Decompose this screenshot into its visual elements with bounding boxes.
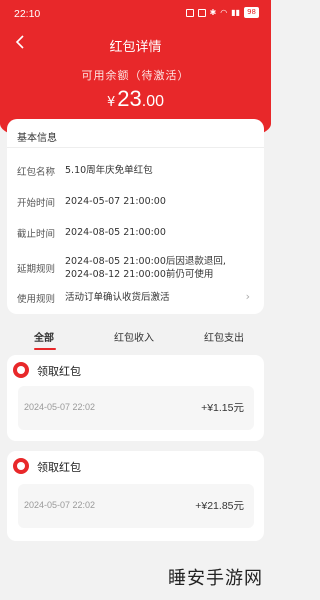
record-amount: +¥1.15元 [201, 402, 244, 414]
currency-symbol: ¥ [106, 95, 116, 110]
signal-icon: ▮▮ [231, 8, 241, 17]
wifi-icon: ◠ [220, 8, 228, 17]
red-packet-icon [13, 458, 29, 474]
mute-icon [197, 8, 206, 17]
record-date: 2024-05-07 22:02 [24, 402, 96, 412]
record-detail: 2024-05-07 22:02 +¥21.85元 [18, 484, 254, 528]
info-heading: 基本信息 [7, 119, 264, 148]
record-amount: +¥21.85元 [195, 500, 244, 512]
info-value: 2024-08-05 21:00:00 [65, 227, 166, 238]
status-time: 22:10 [14, 8, 41, 20]
tab-expense[interactable]: 红包支出 [204, 329, 244, 344]
page-title: 红包详情 [109, 40, 162, 55]
info-card: 基本信息 红包名称 5.10周年庆免单红包 开始时间 2024-05-07 21… [7, 119, 264, 314]
record-title: 领取红包 [37, 365, 81, 378]
record-card[interactable]: 领取红包 2024-05-07 22:02 +¥21.85元 [7, 451, 264, 541]
record-title: 领取红包 [37, 461, 81, 474]
watermark: 睡安手游网 [168, 568, 263, 589]
tab-all[interactable]: 全部 [34, 329, 54, 344]
info-value: 2024-05-07 21:00:00 [65, 196, 166, 207]
status-icons: ✱ ◠ ▮▮ 98 [185, 7, 259, 18]
info-value-line2: 2024-08-12 21:00:00前仍可使用 [65, 269, 214, 280]
sim-icon [185, 8, 194, 17]
balance-decimal: .00 [141, 93, 164, 110]
record-detail: 2024-05-07 22:02 +¥1.15元 [18, 386, 254, 430]
balance-label: 可用余额（待激活） [81, 69, 190, 82]
active-tab-indicator [34, 348, 56, 350]
battery-icon: 98 [244, 7, 259, 18]
red-packet-icon [13, 362, 29, 378]
info-value: 活动订单确认收货后激活 [65, 292, 170, 303]
balance-amount: ¥23.00 [0, 86, 271, 112]
bluetooth-icon: ✱ [209, 8, 217, 17]
status-bar: 22:10 ✱ ◠ ▮▮ 98 [0, 0, 271, 28]
info-value-line1: 2024-08-05 21:00:00后因退款退回, [65, 256, 226, 267]
record-tabs: 全部 红包收入 红包支出 [0, 322, 271, 352]
balance-integer: 23 [117, 86, 142, 111]
record-card[interactable]: 领取红包 2024-05-07 22:02 +¥1.15元 [7, 355, 264, 441]
info-value: 5.10周年庆免单红包 [65, 165, 153, 176]
tab-income[interactable]: 红包收入 [114, 329, 154, 344]
chevron-right-icon[interactable]: › [246, 290, 250, 303]
record-date: 2024-05-07 22:02 [24, 500, 96, 510]
